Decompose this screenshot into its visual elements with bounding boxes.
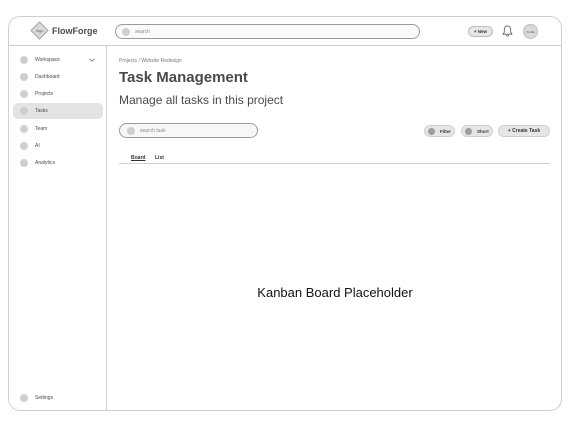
sidebar-item-settings[interactable]: Settings	[13, 390, 103, 406]
page-subtitle: Manage all tasks in this project	[119, 93, 284, 107]
team-icon	[20, 125, 28, 133]
ai-icon	[20, 142, 28, 150]
sidebar-item-tasks[interactable]: Tasks	[13, 103, 103, 119]
page-title: Task Management	[119, 69, 248, 86]
filter-icon	[428, 127, 435, 135]
sidebar-item-label: AI	[35, 143, 40, 149]
sort-button[interactable]: Short	[461, 125, 493, 137]
avatar[interactable]: Profile	[523, 24, 538, 39]
sidebar-item-team[interactable]: Team	[13, 121, 103, 137]
task-search-input[interactable]	[140, 127, 244, 134]
brand-name: FlowForge	[52, 25, 98, 36]
bell-icon[interactable]	[502, 25, 513, 37]
logo[interactable]: logo FlowForge	[30, 21, 98, 40]
tab-list[interactable]: List	[155, 155, 164, 161]
search-icon	[127, 126, 135, 135]
sidebar-item-workspace[interactable]: Workspace	[13, 52, 103, 68]
sidebar-item-label: Settings	[35, 395, 54, 401]
chevron-down-icon[interactable]	[89, 57, 95, 63]
task-search[interactable]	[119, 123, 258, 138]
projects-icon	[20, 90, 28, 98]
settings-icon	[20, 394, 28, 402]
logo-text: logo	[35, 28, 44, 33]
new-button[interactable]: + New	[468, 26, 493, 37]
app-window: logo FlowForge + New Profile Workspace D…	[8, 16, 562, 411]
sidebar-item-label: Projects	[35, 91, 54, 97]
sidebar-item-analytics[interactable]: Analytics	[13, 155, 103, 171]
filter-label: Filter	[440, 128, 452, 134]
sort-label: Short	[477, 128, 489, 134]
global-search-input[interactable]	[135, 28, 373, 35]
breadcrumb[interactable]: Projects / Website Redesign	[119, 58, 182, 64]
search-icon	[122, 27, 130, 36]
tasks-icon	[20, 107, 28, 115]
kanban-board-placeholder: Kanban Board Placeholder	[257, 285, 413, 300]
logo-diamond-icon: logo	[30, 21, 49, 40]
dashboard-icon	[20, 73, 28, 81]
filter-button[interactable]: Filter	[424, 125, 455, 137]
sidebar: Workspace Dashboard Projects Tasks Team …	[9, 46, 107, 410]
create-task-button[interactable]: + Create Task	[498, 125, 550, 137]
sidebar-item-projects[interactable]: Projects	[13, 86, 103, 102]
sidebar-item-label: Team	[35, 126, 48, 132]
sidebar-item-label: Tasks	[35, 108, 48, 114]
tab-board[interactable]: Board	[131, 155, 145, 161]
sidebar-item-label: Analytics	[35, 160, 56, 166]
sidebar-item-dashboard[interactable]: Dashboard	[13, 69, 103, 85]
top-header: logo FlowForge + New Profile	[9, 17, 561, 46]
global-search[interactable]	[115, 24, 420, 39]
sidebar-item-label: Dashboard	[35, 74, 60, 80]
analytics-icon	[20, 159, 28, 167]
sidebar-item-ai[interactable]: AI	[13, 138, 103, 154]
sidebar-item-label: Workspace	[35, 57, 60, 63]
view-tabs: Board List	[119, 154, 550, 164]
workspace-icon	[20, 56, 28, 64]
sort-icon	[465, 127, 472, 135]
